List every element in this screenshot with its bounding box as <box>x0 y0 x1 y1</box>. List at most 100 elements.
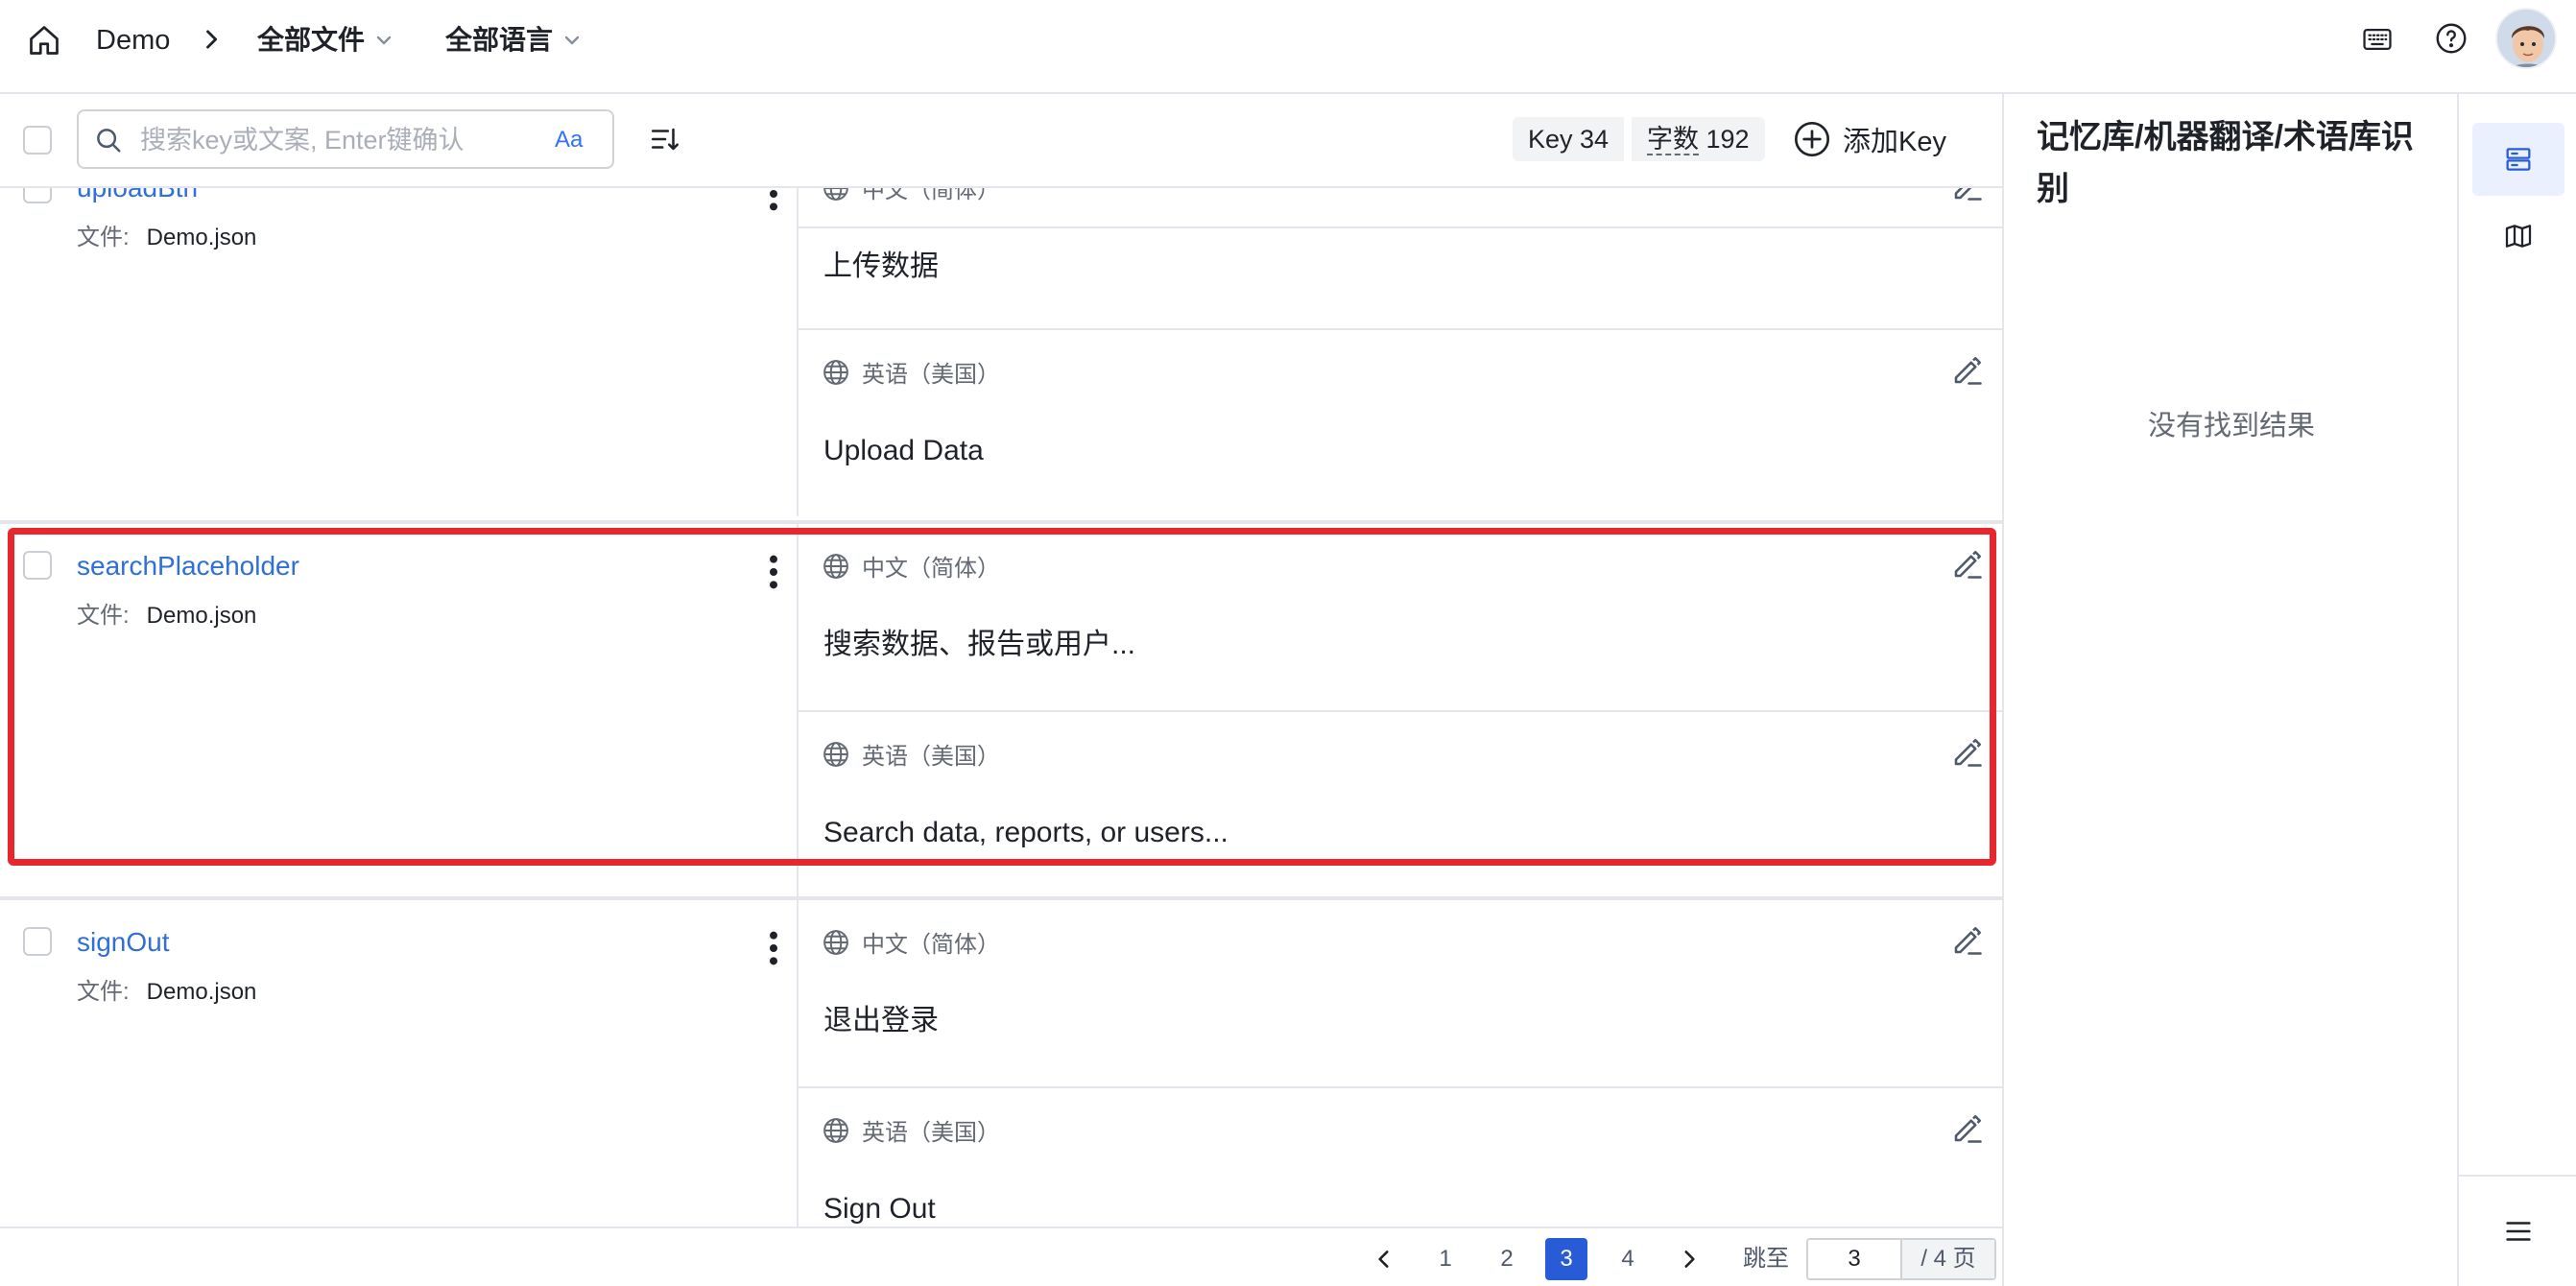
globe-icon <box>823 359 848 385</box>
word-count: 字数 192 <box>1632 117 1765 161</box>
files-dropdown-label: 全部文件 <box>257 25 366 55</box>
key-name[interactable]: signOut <box>77 925 170 960</box>
page-3-button[interactable]: 3 <box>1545 1238 1587 1280</box>
chevron-left-icon <box>1378 1250 1389 1268</box>
language-name: 英语（美国） <box>862 744 1000 770</box>
map-icon <box>2505 225 2532 248</box>
languages-dropdown[interactable]: 全部语言 <box>445 21 584 60</box>
tm-mt-glossary-panel: 记忆库/机器翻译/术语库识别 没有找到结果 <box>2002 94 2457 1286</box>
more-vertical-icon[interactable] <box>764 188 783 213</box>
chevron-down-icon <box>376 36 392 45</box>
key-name[interactable]: searchPlaceholder <box>77 549 299 583</box>
add-key-label: 添加Key <box>1843 127 1946 157</box>
translation-text: Upload Data <box>823 435 984 466</box>
edit-icon[interactable] <box>1950 353 1985 388</box>
file-info: 文件: Demo.json <box>77 601 256 631</box>
keyboard-icon[interactable] <box>2361 23 2394 56</box>
select-all-checkbox[interactable] <box>23 126 52 155</box>
chevron-down-icon <box>564 36 580 45</box>
key-count-label: Key 34 <box>1528 125 1610 154</box>
jump-page-input[interactable] <box>1808 1240 1900 1278</box>
file-info: 文件: Demo.json <box>77 223 256 253</box>
key-list-view: uploadBtn 文件: Demo.json 中文（简体） 上传数据 <box>0 188 2002 1226</box>
edit-icon[interactable] <box>1950 1111 1985 1146</box>
search-icon <box>97 129 121 153</box>
globe-icon <box>823 553 848 579</box>
globe-icon <box>823 741 848 767</box>
row-checkbox[interactable] <box>23 551 52 580</box>
jump-to-page: / 4 页 <box>1806 1238 1996 1280</box>
edit-icon[interactable] <box>1950 923 1985 958</box>
rail-tm-button[interactable] <box>2472 123 2564 196</box>
rail-menu-button[interactable] <box>2459 1175 2576 1286</box>
jump-label: 跳至 <box>1743 1246 1789 1272</box>
rail-glossary-button[interactable] <box>2472 200 2564 273</box>
prev-page-button[interactable] <box>1363 1238 1405 1280</box>
translation-row[interactable]: 中文（简体） 退出登录 <box>799 900 2002 1088</box>
edit-icon[interactable] <box>1950 735 1985 770</box>
home-icon[interactable] <box>27 23 61 58</box>
total-pages: / 4 页 <box>1900 1240 1994 1278</box>
translations: 英语（美国） Upload Data <box>797 328 2002 516</box>
key-info: searchPlaceholder 文件: Demo.json <box>0 524 797 900</box>
language-name: 中文（简体） <box>862 556 1000 582</box>
language-name: 英语（美国） <box>862 1120 1000 1146</box>
page-1-button[interactable]: 1 <box>1424 1238 1467 1280</box>
top-header: Demo 全部文件 全部语言 <box>0 0 2576 94</box>
page-2-button[interactable]: 2 <box>1486 1238 1528 1280</box>
search-input[interactable] <box>140 121 543 159</box>
search-box: Aa <box>77 109 614 169</box>
row-checkbox[interactable] <box>23 927 52 956</box>
translation-text: Sign Out <box>823 1193 936 1225</box>
translation-text: 搜索数据、报告或用户... <box>823 629 1136 660</box>
next-page-button[interactable] <box>1668 1238 1710 1280</box>
language-label: 英语（美国） <box>822 737 1000 771</box>
pagination: 1 2 3 4 跳至 / 4 页 <box>0 1226 2002 1286</box>
key-count: Key 34 <box>1513 117 1625 161</box>
translation-text: Search data, reports, or users... <box>823 817 1228 848</box>
chevron-right-icon <box>1684 1250 1695 1268</box>
globe-icon <box>823 929 848 955</box>
empty-result: 没有找到结果 <box>2147 411 2315 441</box>
translation-row[interactable]: 中文（简体） 搜索数据、报告或用户... <box>799 524 2002 712</box>
avatar-image <box>2497 10 2555 67</box>
file-name: Demo.json <box>146 225 257 250</box>
language-label: 英语（美国） <box>822 1113 1000 1147</box>
word-count-value: 192 <box>1705 125 1750 154</box>
file-label: 文件: <box>77 979 130 1005</box>
panel-title: 记忆库/机器翻译/术语库识别 <box>2037 119 2414 207</box>
key-row-searchPlaceholder: searchPlaceholder 文件: Demo.json 中文（简体） 搜索… <box>0 524 2002 900</box>
more-vertical-icon[interactable] <box>764 929 783 967</box>
language-label: 中文（简体） <box>822 549 1000 583</box>
more-vertical-icon[interactable] <box>764 553 783 591</box>
translation-text: 退出登录 <box>823 1005 939 1036</box>
translation-text-wrap: 上传数据 <box>799 188 2002 282</box>
stack-icon <box>2506 148 2531 171</box>
language-name: 英语（美国） <box>862 362 1000 388</box>
translations: 中文（简体） 搜索数据、报告或用户... 英语（美国） Search data,… <box>797 524 2002 900</box>
files-dropdown[interactable]: 全部文件 <box>257 21 395 60</box>
translation-row[interactable]: 英语（美国） Upload Data <box>799 330 2002 518</box>
avatar[interactable] <box>2495 8 2557 69</box>
add-key-button[interactable]: 添加Key <box>1793 117 1946 161</box>
language-label: 英语（美国） <box>822 355 1000 389</box>
file-label: 文件: <box>77 225 130 250</box>
languages-dropdown-label: 全部语言 <box>445 25 554 55</box>
file-name: Demo.json <box>146 979 257 1005</box>
key-name[interactable]: uploadBtn <box>77 188 198 205</box>
language-label: 中文（简体） <box>822 925 1000 959</box>
sort-icon[interactable] <box>649 123 681 155</box>
row-checkbox[interactable] <box>23 188 52 203</box>
translation-text: 上传数据 <box>823 250 939 282</box>
match-case-toggle[interactable]: Aa <box>555 123 583 157</box>
breadcrumb-project[interactable]: Demo <box>96 21 170 60</box>
translation-row[interactable]: 英语（美国） Search data, reports, or users... <box>799 712 2002 900</box>
page-4-button[interactable]: 4 <box>1607 1238 1649 1280</box>
edit-icon[interactable] <box>1950 547 1985 582</box>
translations: 中文（简体） 退出登录 英语（美国） Sign Out <box>797 900 2002 1226</box>
translation-row[interactable]: 英语（美国） Sign Out <box>799 1088 2002 1226</box>
globe-icon <box>823 1117 848 1143</box>
key-info: signOut 文件: Demo.json <box>0 900 797 1226</box>
help-icon[interactable] <box>2434 21 2469 56</box>
file-label: 文件: <box>77 603 130 629</box>
